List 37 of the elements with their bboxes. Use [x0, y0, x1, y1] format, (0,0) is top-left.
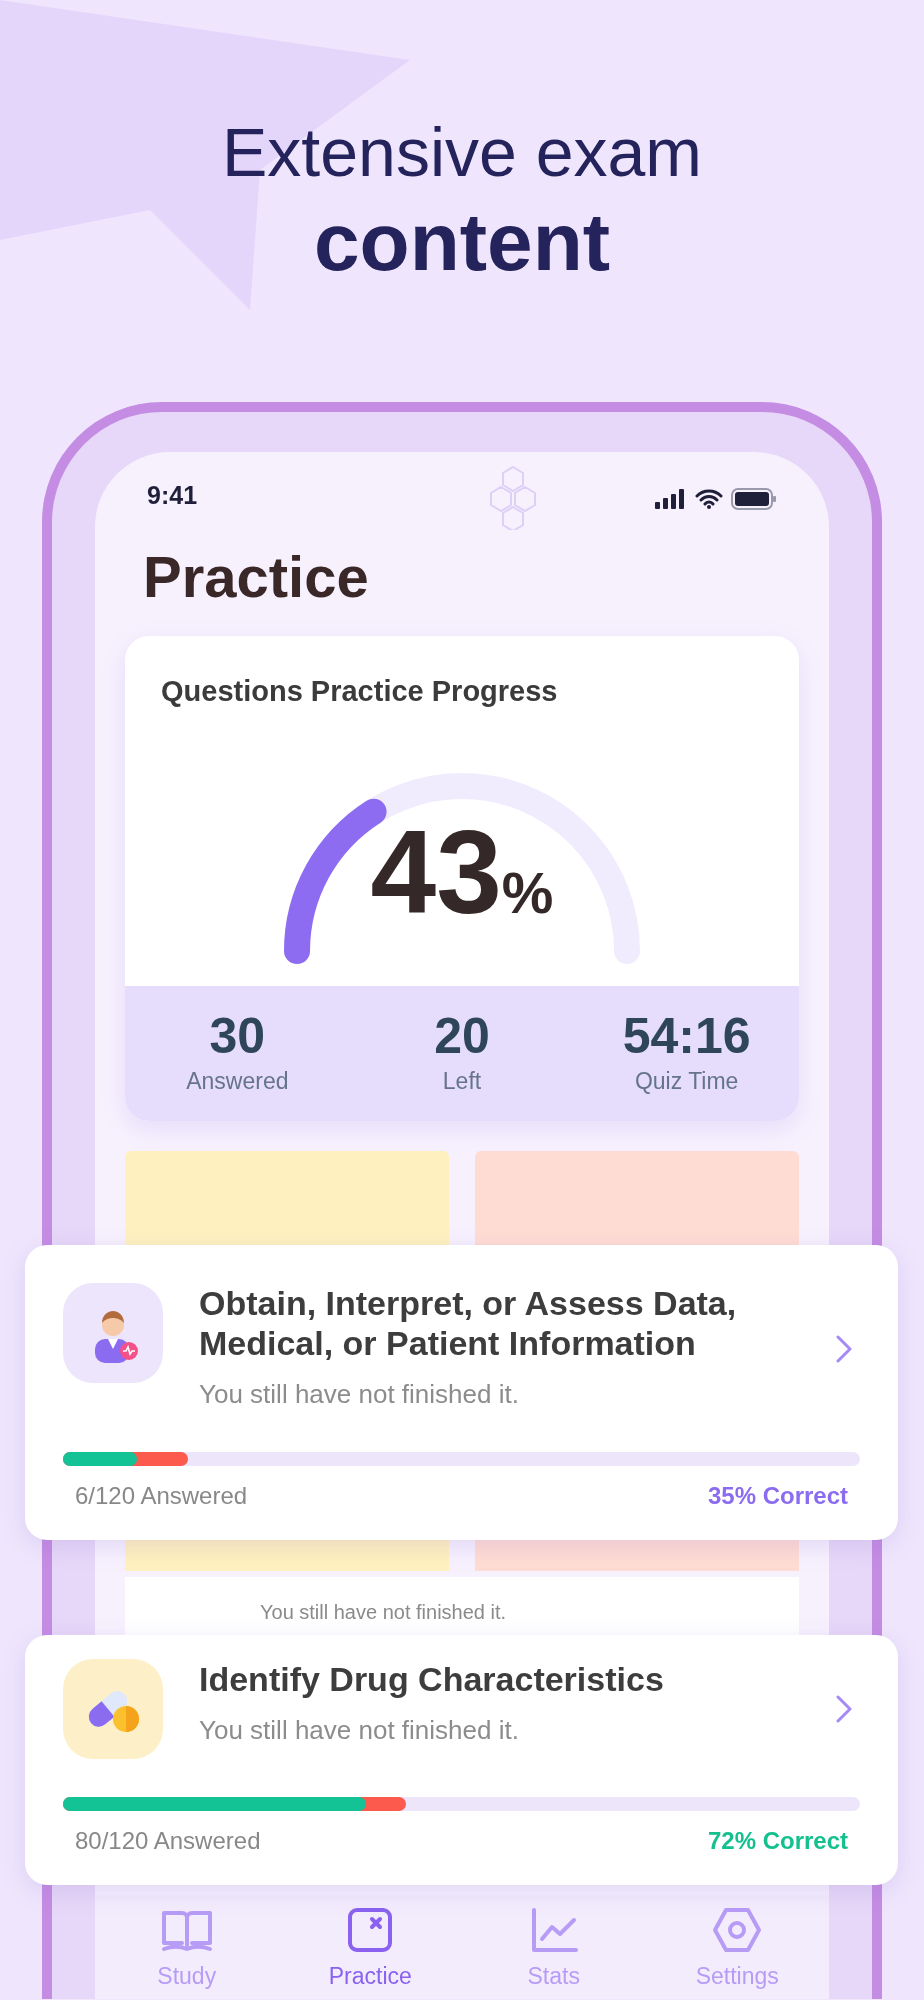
tab-button[interactable]: Settings — [645, 1895, 829, 1993]
gauge-unit: % — [501, 858, 554, 927]
correct-rate: 72% Correct — [707, 1826, 848, 1856]
topic-subtitle: You still have not finished it. — [199, 1714, 520, 1747]
chevron-right-icon — [836, 1695, 852, 1723]
stat-label: Answered — [186, 1066, 289, 1096]
tab-button[interactable]: Practice — [278, 1895, 462, 1993]
headline: Extensive exam — [222, 113, 702, 192]
page-title: Practice — [143, 543, 370, 611]
gauge-value: 43 — [370, 811, 502, 932]
stat-value: 30 — [209, 1007, 266, 1064]
line-chart-icon — [529, 1906, 578, 1953]
quiz-card-icon — [347, 1906, 394, 1953]
card-subtitle: You still have not finished it. — [260, 1599, 507, 1625]
stat-label: Left — [442, 1066, 482, 1096]
tab-button[interactable]: Study — [95, 1895, 279, 1993]
topic-title: Obtain, Interpret, or Assess Data, Medical, or Patient Information — [199, 1283, 738, 1363]
book-icon — [159, 1908, 214, 1953]
correct-rate: 35% Correct — [707, 1481, 848, 1511]
topic-card[interactable]: Obtain, Interpret, or Assess Data, Medical, or Patient Information You still have not finished it. 6/120 Answered 35% Correct — [25, 1245, 898, 1540]
headline: content — [313, 195, 611, 289]
topic-title: Identify Drug Characteristics — [199, 1659, 665, 1699]
wifi-icon — [695, 489, 723, 509]
status-time: 9:41 — [147, 479, 198, 511]
answered-count: 80/120 Answered — [75, 1826, 261, 1856]
stat-label: Quiz Time — [634, 1066, 739, 1096]
chevron-right-icon — [836, 1334, 852, 1363]
battery-icon — [731, 488, 777, 510]
signal-icon — [655, 489, 687, 509]
topic-card[interactable]: Identify Drug Characteristics You still have not finished it. 80/120 Answered 72% Correct — [25, 1635, 898, 1885]
settings-icon — [712, 1906, 763, 1953]
tab-button[interactable]: Stats — [462, 1895, 646, 1993]
card-title: Questions Practice Progress — [161, 675, 558, 707]
stat-value: 20 — [434, 1007, 490, 1064]
answered-count: 6/120 Answered — [75, 1481, 248, 1511]
stat-value: 54:16 — [622, 1007, 751, 1064]
topic-subtitle: You still have not finished it. — [199, 1378, 520, 1411]
